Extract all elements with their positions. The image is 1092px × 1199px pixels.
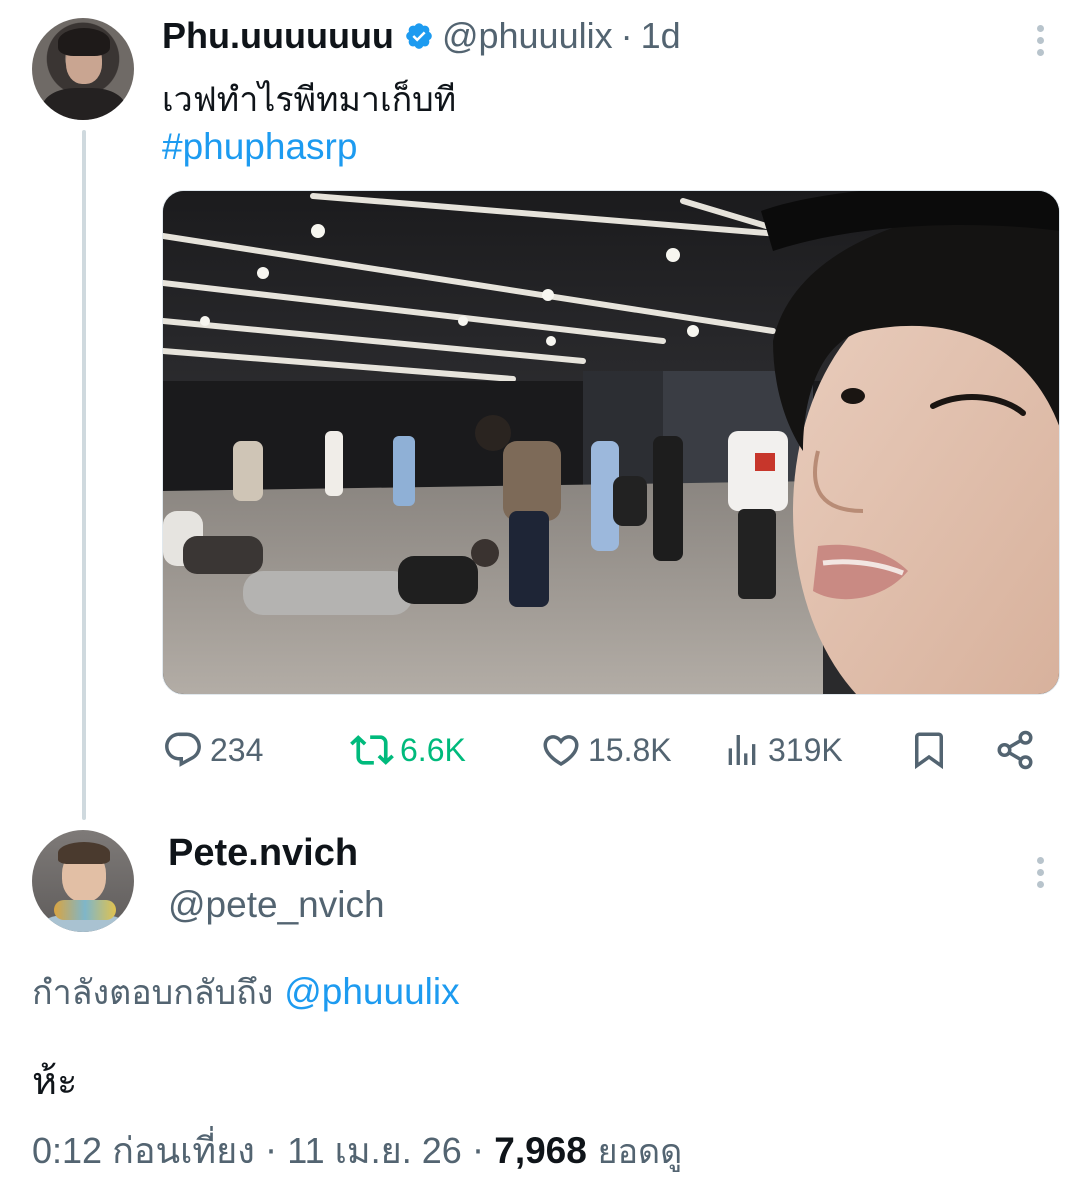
photo-illustration — [163, 191, 1059, 694]
tweet-action-bar: 234 6.6K 15.8K 319K — [162, 725, 1042, 775]
reply-count: 234 — [210, 731, 264, 768]
tweet-photo[interactable] — [162, 190, 1060, 695]
separator-dot: · — [620, 15, 633, 56]
tweet-text: เวฟทำไรพีทมาเก็บที — [162, 80, 457, 120]
like-count: 15.8K — [588, 731, 672, 768]
retweet-count: 6.6K — [400, 731, 466, 768]
handle[interactable]: @phuuulix — [442, 15, 613, 57]
reply-bubble-icon — [165, 732, 201, 767]
views-button[interactable]: 319K — [722, 725, 843, 775]
timestamp[interactable]: 0:12 ก่อนเที่ยง — [32, 1130, 255, 1171]
avatar-body-shape — [42, 88, 126, 120]
bar-chart-icon — [728, 735, 756, 765]
more-vertical-icon[interactable] — [1020, 852, 1060, 892]
display-name[interactable]: Phu.uuuuuuu — [162, 15, 394, 57]
views-count: 319K — [768, 731, 843, 768]
hashtag-link[interactable]: #phuphasrp — [162, 126, 357, 168]
tweet-header: Phu.uuuuuuu @phuuulix · 1d — [162, 14, 681, 58]
replying-to-line: กำลังตอบกลับถึง @phuuulix — [32, 965, 460, 1019]
thread-connector-line — [82, 130, 86, 820]
avatar[interactable] — [32, 18, 134, 120]
tweet-thread: Phu.uuuuuuu @phuuulix · 1d เวฟทำไรพีทมาเ… — [0, 0, 1092, 1199]
retweet-icon — [350, 735, 394, 765]
share-icon — [997, 730, 1033, 770]
views-total: 7,968 — [494, 1130, 587, 1171]
retweet-button[interactable]: 6.6K — [350, 725, 466, 775]
date[interactable]: 11 เม.ย. 26 — [287, 1130, 462, 1171]
replying-to-label: กำลังตอบกลับถึง — [32, 973, 274, 1013]
avatar-hair-shape — [58, 842, 110, 864]
timestamp[interactable]: 1d — [641, 15, 681, 57]
views-label: ยอดดู — [597, 1132, 683, 1172]
reply-button[interactable]: 234 — [162, 725, 263, 775]
avatar-hair-shape — [58, 28, 110, 56]
avatar[interactable] — [32, 830, 134, 932]
display-name[interactable]: Pete.nvich — [168, 832, 358, 875]
mention-link[interactable]: @phuuulix — [284, 971, 459, 1012]
verified-badge-icon — [406, 23, 432, 49]
handle[interactable]: @pete_nvich — [168, 884, 385, 926]
tweet-text: ห้ะ — [32, 1059, 78, 1103]
like-button[interactable]: 15.8K — [540, 725, 672, 775]
heart-icon — [543, 735, 579, 767]
bookmark-button[interactable] — [908, 725, 950, 775]
tweet-meta: 0:12 ก่อนเที่ยง · 11 เม.ย. 26 · 7,968 ยอ… — [32, 1122, 682, 1179]
avatar-scarf-shape — [54, 900, 116, 920]
share-button[interactable] — [994, 725, 1036, 775]
more-vertical-icon[interactable] — [1020, 20, 1060, 60]
bookmark-icon — [915, 732, 943, 770]
separator-dot: · — [472, 1132, 484, 1172]
separator-dot: · — [265, 1132, 277, 1172]
